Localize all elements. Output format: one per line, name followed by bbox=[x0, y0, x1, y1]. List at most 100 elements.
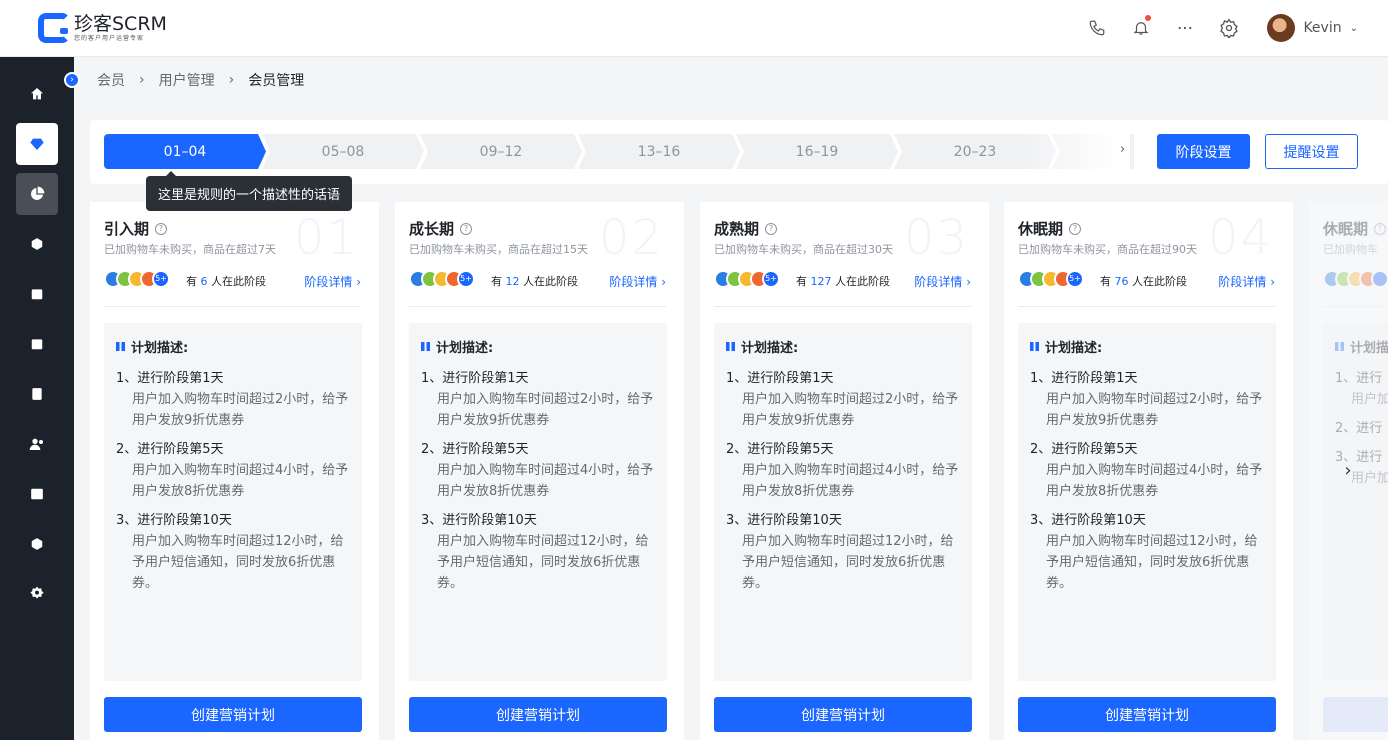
sidebar bbox=[0, 57, 74, 740]
stage-step[interactable]: 16–19 bbox=[736, 134, 898, 169]
plan-item: 2、进行阶段第5天 用户加入购物车时间超过4小时，给予用户发放8折优惠券 bbox=[1030, 439, 1264, 502]
stage-step-active[interactable]: 01–04 bbox=[104, 134, 266, 169]
sidebar-box-icon[interactable] bbox=[16, 273, 58, 315]
logo-icon bbox=[38, 13, 70, 43]
logo[interactable]: 珍客SCRM 您的客户用户运营专家 bbox=[38, 13, 167, 43]
card-title-text: 成熟期 bbox=[714, 220, 760, 238]
sidebar-home-icon[interactable] bbox=[16, 73, 58, 115]
sidebar-shield-icon[interactable] bbox=[16, 523, 58, 565]
count-suffix: 人在此阶段 bbox=[835, 275, 890, 288]
stage-detail-link[interactable]: 阶段详情 › bbox=[304, 273, 361, 290]
member-count: 有 6 人在此阶段 bbox=[186, 273, 266, 289]
sidebar-settings-icon[interactable] bbox=[16, 573, 58, 615]
stage-card: 03 成熟期 ? 已加购物车未购买，商品在超过30天 5+ 有 127 人在此阶… bbox=[700, 202, 989, 740]
member-count: 有 127 人在此阶段 bbox=[796, 273, 890, 289]
user-name[interactable]: Kevin bbox=[1303, 20, 1341, 36]
card-subtitle: 已加购物车未购买，商品在超过15天 bbox=[409, 243, 588, 256]
help-icon[interactable]: ? bbox=[1374, 222, 1387, 235]
plan-item-desc: 用户加入购物车时间超过2小时，给予用户发放9折优惠券 bbox=[1046, 392, 1263, 428]
plan-item: 3、进行阶段第10天 用户加入购物车时间超过12小时，给予用户短信通知，同时发放… bbox=[421, 510, 655, 594]
sidebar-diamond-icon[interactable] bbox=[16, 123, 58, 165]
plan-item-title: 2、进行 bbox=[1335, 421, 1383, 436]
create-campaign-button[interactable]: 创建营销计划 bbox=[714, 697, 972, 732]
divider bbox=[104, 306, 361, 307]
plan-item-title: 3、进行阶段第10天 bbox=[726, 513, 842, 528]
plan-header: 计划描述: bbox=[116, 337, 350, 356]
stage-step[interactable]: 05–08 bbox=[262, 134, 424, 169]
plan-item-title: 3、进行阶段第10天 bbox=[1030, 513, 1146, 528]
plan-item: 1、进行阶段第1天 用户加入购物车时间超过2小时，给予用户发放9折优惠券 bbox=[1030, 368, 1264, 431]
help-icon[interactable]: ? bbox=[460, 222, 473, 235]
plan-icon bbox=[1335, 342, 1344, 351]
plan-icon bbox=[421, 342, 430, 351]
create-campaign-button[interactable]: 创建营销计划 bbox=[1018, 697, 1276, 732]
count-value: 6 bbox=[200, 275, 208, 288]
member-count: 有 76 人在此阶段 bbox=[1100, 273, 1187, 289]
sidebar-toggle-icon[interactable]: › bbox=[64, 72, 80, 88]
stage-detail-link[interactable]: 阶段详情 › bbox=[1218, 273, 1275, 290]
breadcrumb-item[interactable]: 会员 bbox=[97, 70, 125, 90]
plan-icon bbox=[116, 342, 125, 351]
breadcrumb-separator: › bbox=[228, 72, 235, 88]
user-avatar[interactable] bbox=[1267, 14, 1296, 42]
plan-item-desc: 用户加 卡期户 bbox=[1351, 392, 1388, 407]
more-avatars-badge: 5+ bbox=[152, 270, 170, 288]
stage-settings-button[interactable]: 阶段设置 bbox=[1157, 134, 1250, 169]
create-campaign-button[interactable] bbox=[1323, 697, 1388, 732]
sidebar-cube-icon[interactable] bbox=[16, 223, 58, 265]
plan-item-desc: 用户加入购物车时间超过4小时，给予用户发放8折优惠券 bbox=[742, 463, 959, 499]
count-value: 76 bbox=[1114, 275, 1129, 288]
sidebar-users-icon[interactable] bbox=[16, 423, 58, 465]
chevron-down-icon[interactable]: ⌄ bbox=[1350, 23, 1358, 34]
breadcrumb: 会员 › 用户管理 › 会员管理 bbox=[97, 70, 318, 90]
stage-step[interactable]: 09–12 bbox=[420, 134, 582, 169]
card-title: 成长期 ? bbox=[409, 218, 473, 239]
plan-item: 3、进行阶段第10天 用户加入购物车时间超过12小时，给予用户短信通知，同时发放… bbox=[1030, 510, 1264, 594]
plan-item-desc: 用户加入购物车时间超过12小时，给予用户短信通知，同时发放6折优惠券。 bbox=[1046, 534, 1258, 591]
reminder-settings-button[interactable]: 提醒设置 bbox=[1265, 134, 1358, 169]
plan-item-title: 2、进行阶段第5天 bbox=[116, 442, 224, 457]
sidebar-document-icon[interactable] bbox=[16, 373, 58, 415]
plan-item: 2、进行阶段第5天 用户加入购物车时间超过4小时，给予用户发放8折优惠券 bbox=[726, 439, 960, 502]
plan-item: 2、进行阶段第5天 用户加入购物车时间超过4小时，给予用户发放8折优惠券 bbox=[116, 439, 350, 502]
member-avatars: 5+ bbox=[104, 270, 170, 288]
plan-box: 计划描述: 1、进行阶段第1天 用户加入购物车时间超过2小时，给予用户发放9折优… bbox=[1018, 323, 1276, 681]
sidebar-trend-icon[interactable] bbox=[16, 473, 58, 515]
chevron-right-icon[interactable]: › bbox=[1334, 456, 1362, 484]
help-icon[interactable]: ? bbox=[1069, 222, 1082, 235]
count-prefix: 有 bbox=[1100, 275, 1111, 288]
stage-step[interactable]: 13–16 bbox=[578, 134, 740, 169]
plan-icon bbox=[1030, 342, 1039, 351]
more-icon[interactable] bbox=[1173, 16, 1197, 40]
plan-item-desc: 用户加入购物车时间超过2小时，给予用户发放9折优惠券 bbox=[742, 392, 959, 428]
plan-item-desc: 用户加入购物车时间超过4小时，给予用户发放8折优惠券 bbox=[132, 463, 349, 499]
count-prefix: 有 bbox=[186, 275, 197, 288]
stage-detail-link[interactable]: 阶段详情 › bbox=[609, 273, 666, 290]
stage-detail-link[interactable]: 阶段详情 › bbox=[914, 273, 971, 290]
help-icon[interactable]: ? bbox=[765, 222, 778, 235]
plan-item: 1、进行阶段第1天 用户加入购物车时间超过2小时，给予用户发放9折优惠券 bbox=[726, 368, 960, 431]
create-campaign-button[interactable]: 创建营销计划 bbox=[104, 697, 362, 732]
plan-title: 计划描述: bbox=[1045, 341, 1103, 356]
sidebar-pie-chart-icon[interactable] bbox=[16, 173, 58, 215]
chevron-right-icon[interactable]: › bbox=[1120, 142, 1125, 157]
help-icon[interactable]: ? bbox=[155, 222, 168, 235]
plan-box: 计划描述: 1、进行阶段第1天 用户加入购物车时间超过2小时，给予用户发放9折优… bbox=[104, 323, 362, 681]
card-title: 休眠期 ? bbox=[1018, 218, 1082, 239]
count-suffix: 人在此阶段 bbox=[523, 275, 578, 288]
plan-item-title: 1、进行阶段第1天 bbox=[1030, 371, 1138, 386]
gear-icon[interactable] bbox=[1217, 16, 1241, 40]
plan-box: 计划描述: 1、进行阶段第1天 用户加入购物车时间超过2小时，给予用户发放9折优… bbox=[714, 323, 972, 681]
card-subtitle: 已加购物车未购买，商品在超过90天 bbox=[1018, 243, 1197, 256]
breadcrumb-item[interactable]: 用户管理 bbox=[159, 70, 215, 90]
sidebar-calendar-icon[interactable] bbox=[16, 323, 58, 365]
phone-icon[interactable] bbox=[1085, 16, 1109, 40]
app-subtitle: 您的客户用户运营专家 bbox=[74, 34, 145, 42]
plan-item: 1、进行阶段第1天 用户加入购物车时间超过2小时，给予用户发放9折优惠券 bbox=[421, 368, 655, 431]
plan-item-desc: 用户加入购物车时间超过12小时，给予用户短信通知，同时发放6折优惠券。 bbox=[742, 534, 954, 591]
plan-icon bbox=[726, 342, 735, 351]
plan-header: 计划描述: bbox=[726, 337, 960, 356]
bell-icon[interactable] bbox=[1129, 15, 1153, 40]
more-avatars-badge: 5+ bbox=[1066, 270, 1084, 288]
create-campaign-button[interactable]: 创建营销计划 bbox=[409, 697, 667, 732]
